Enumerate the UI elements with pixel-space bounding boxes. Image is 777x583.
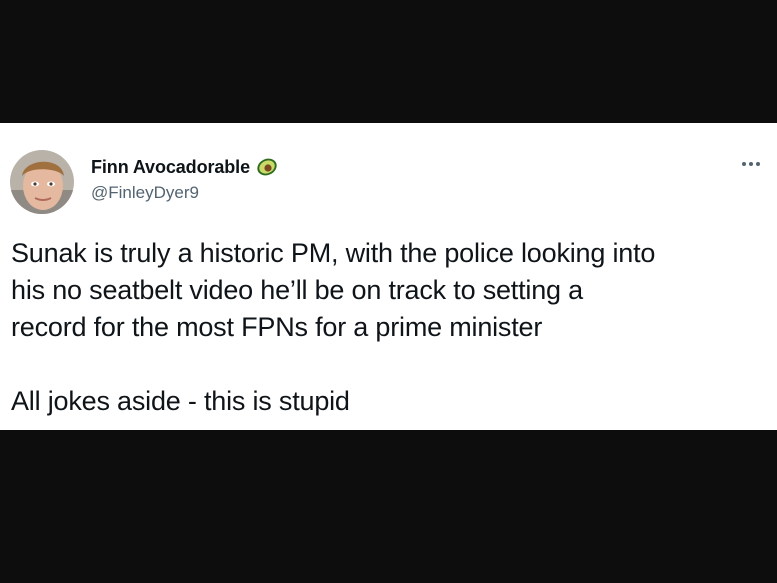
tweet-text-line: his no seatbelt video he’ll be on track … bbox=[11, 275, 583, 305]
tweet-text-line: Sunak is truly a historic PM, with the p… bbox=[11, 238, 656, 268]
name-row: Finn Avocadorable bbox=[91, 156, 279, 178]
avocado-icon bbox=[255, 156, 279, 178]
more-options-icon[interactable] bbox=[739, 157, 763, 171]
user-handle[interactable]: @FinleyDyer9 bbox=[91, 183, 199, 203]
letterbox-top bbox=[0, 0, 777, 123]
avatar[interactable] bbox=[10, 150, 74, 214]
tweet-card[interactable]: Finn Avocadorable @FinleyDyer9 Sunak is … bbox=[0, 123, 777, 430]
display-name[interactable]: Finn Avocadorable bbox=[91, 157, 250, 178]
tweet-text-line: record for the most FPNs for a prime min… bbox=[11, 312, 543, 342]
tweet-text: Sunak is truly a historic PM, with the p… bbox=[11, 235, 771, 420]
tweet-text-line: All jokes aside - this is stupid bbox=[11, 386, 350, 416]
letterbox-bottom bbox=[0, 430, 777, 583]
